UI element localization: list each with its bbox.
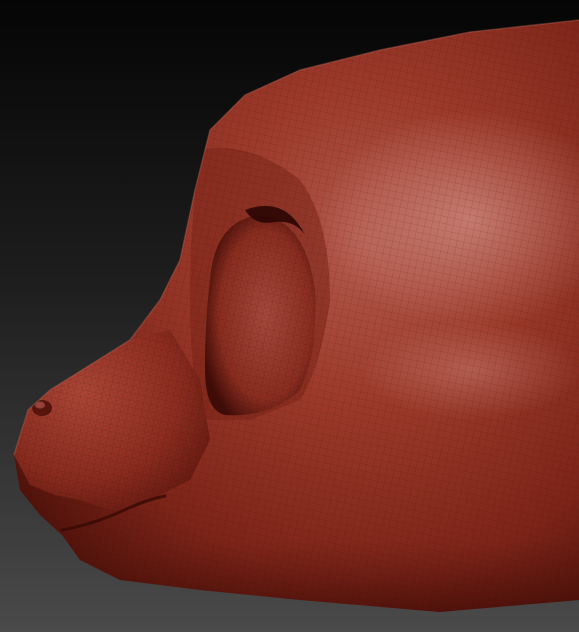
sculpt-canvas: [0, 0, 579, 632]
wireframe-socket: [205, 215, 316, 416]
sculpt-viewport[interactable]: [0, 0, 579, 632]
